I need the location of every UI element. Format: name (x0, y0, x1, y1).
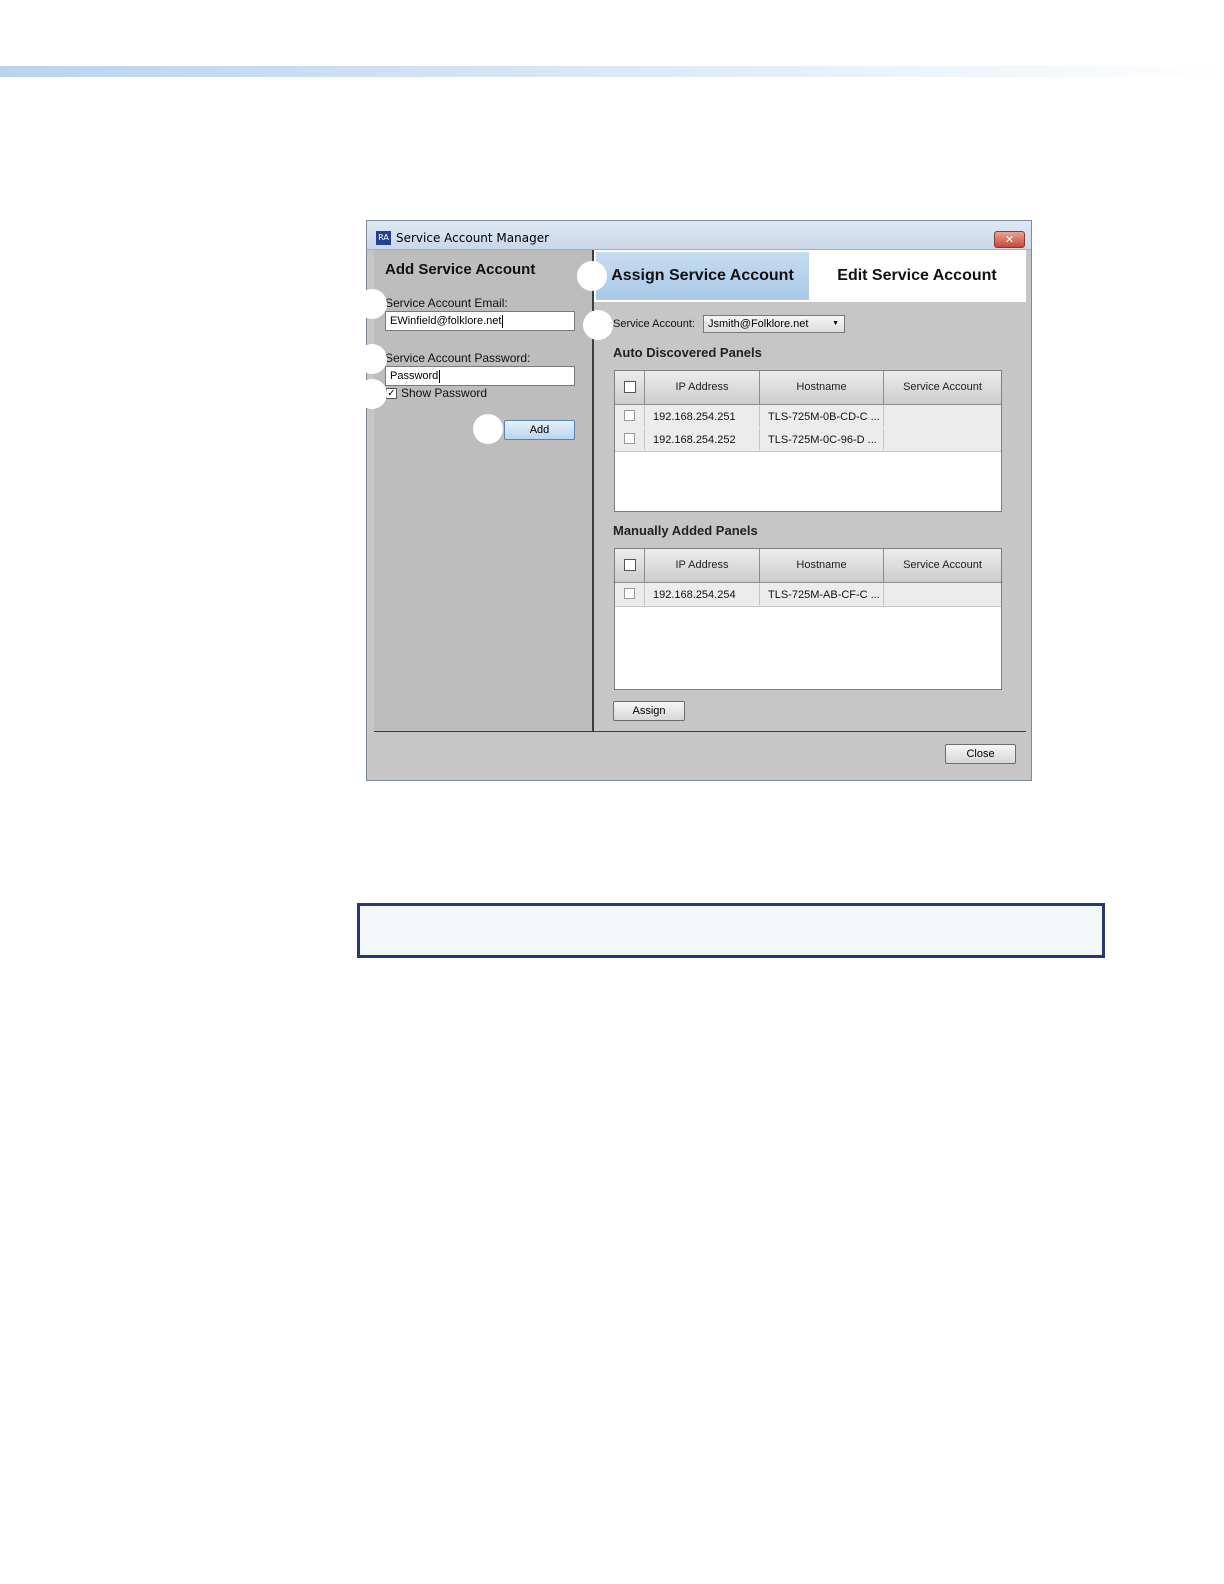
password-value: Password (390, 370, 439, 382)
dropdown-arrow-icon: ▼ (832, 320, 839, 327)
manually-added-heading: Manually Added Panels (613, 523, 758, 538)
tab-assign-service-account[interactable]: Assign Service Account (596, 252, 809, 300)
password-label: Service Account Password: (385, 351, 531, 365)
column-header-service-account[interactable]: Service Account (884, 549, 1001, 582)
callout-marker (577, 261, 607, 291)
row-checkbox[interactable] (624, 410, 635, 421)
callout-marker (357, 289, 387, 319)
service-account-cell (884, 428, 1001, 450)
add-service-account-heading: Add Service Account (385, 261, 536, 278)
callout-marker (357, 344, 387, 374)
service-account-selected: Jsmith@Folklore.net (708, 318, 809, 330)
callout-marker (583, 310, 613, 340)
table-row[interactable]: 192.168.254.252 TLS-725M-0C-96-D ... (615, 428, 1001, 452)
title-bar: RA Service Account Manager ✕ (367, 221, 1031, 250)
service-account-label: Service Account: (613, 318, 695, 330)
manually-added-table: IP Address Hostname Service Account 192.… (614, 548, 1002, 690)
hostname-cell: TLS-725M-0B-CD-C ... (760, 405, 884, 427)
show-password-label: Show Password (401, 386, 488, 400)
auto-discovered-heading: Auto Discovered Panels (613, 345, 762, 360)
row-checkbox[interactable] (624, 588, 635, 599)
service-account-cell (884, 405, 1001, 427)
show-password-checkbox[interactable]: ✓ (386, 388, 397, 399)
column-header-ip[interactable]: IP Address (645, 549, 760, 582)
window-title: Service Account Manager (396, 231, 550, 245)
email-value: EWinfield@folklore.net (390, 315, 502, 327)
table-row[interactable]: 192.168.254.254 TLS-725M-AB-CF-C ... (615, 583, 1001, 607)
email-label: Service Account Email: (385, 296, 508, 310)
service-account-dropdown[interactable]: Jsmith@Folklore.net ▼ (703, 315, 845, 333)
ip-cell: 192.168.254.254 (645, 583, 760, 605)
callout-marker (473, 414, 503, 444)
text-caret (439, 369, 441, 383)
window-close-icon[interactable]: ✕ (994, 231, 1025, 248)
text-caret (502, 314, 504, 328)
column-header-service-account[interactable]: Service Account (884, 371, 1001, 404)
add-service-account-pane: Add Service Account Service Account Emai… (374, 250, 592, 731)
select-all-checkbox[interactable] (624, 381, 636, 393)
callout-marker (357, 379, 387, 409)
hostname-cell: TLS-725M-0C-96-D ... (760, 428, 884, 450)
table-header: IP Address Hostname Service Account (615, 371, 1001, 405)
auto-discovered-table: IP Address Hostname Service Account 192.… (614, 370, 1002, 512)
tab-edit-service-account[interactable]: Edit Service Account (811, 252, 1023, 300)
page-header-band (0, 66, 1224, 77)
row-select-cell (615, 583, 645, 605)
row-checkbox[interactable] (624, 433, 635, 444)
close-button[interactable]: Close (945, 744, 1016, 764)
footer-divider (374, 731, 1026, 732)
row-select-cell (615, 428, 645, 450)
column-header-hostname[interactable]: Hostname (760, 549, 884, 582)
app-icon: RA (376, 231, 391, 245)
select-all-column (615, 549, 645, 582)
add-button[interactable]: Add (504, 420, 575, 440)
select-all-column (615, 371, 645, 404)
row-select-cell (615, 405, 645, 427)
service-account-cell (884, 583, 1001, 605)
note-box (357, 903, 1105, 958)
service-account-manager-window: RA Service Account Manager ✕ Add Service… (357, 220, 1032, 781)
assign-button[interactable]: Assign (613, 701, 685, 721)
ip-cell: 192.168.254.251 (645, 405, 760, 427)
email-field[interactable]: EWinfield@folklore.net (385, 311, 575, 331)
password-field[interactable]: Password (385, 366, 575, 386)
column-header-hostname[interactable]: Hostname (760, 371, 884, 404)
table-header: IP Address Hostname Service Account (615, 549, 1001, 583)
hostname-cell: TLS-725M-AB-CF-C ... (760, 583, 884, 605)
select-all-checkbox[interactable] (624, 559, 636, 571)
ip-cell: 192.168.254.252 (645, 428, 760, 450)
column-header-ip[interactable]: IP Address (645, 371, 760, 404)
table-row[interactable]: 192.168.254.251 TLS-725M-0B-CD-C ... (615, 405, 1001, 429)
